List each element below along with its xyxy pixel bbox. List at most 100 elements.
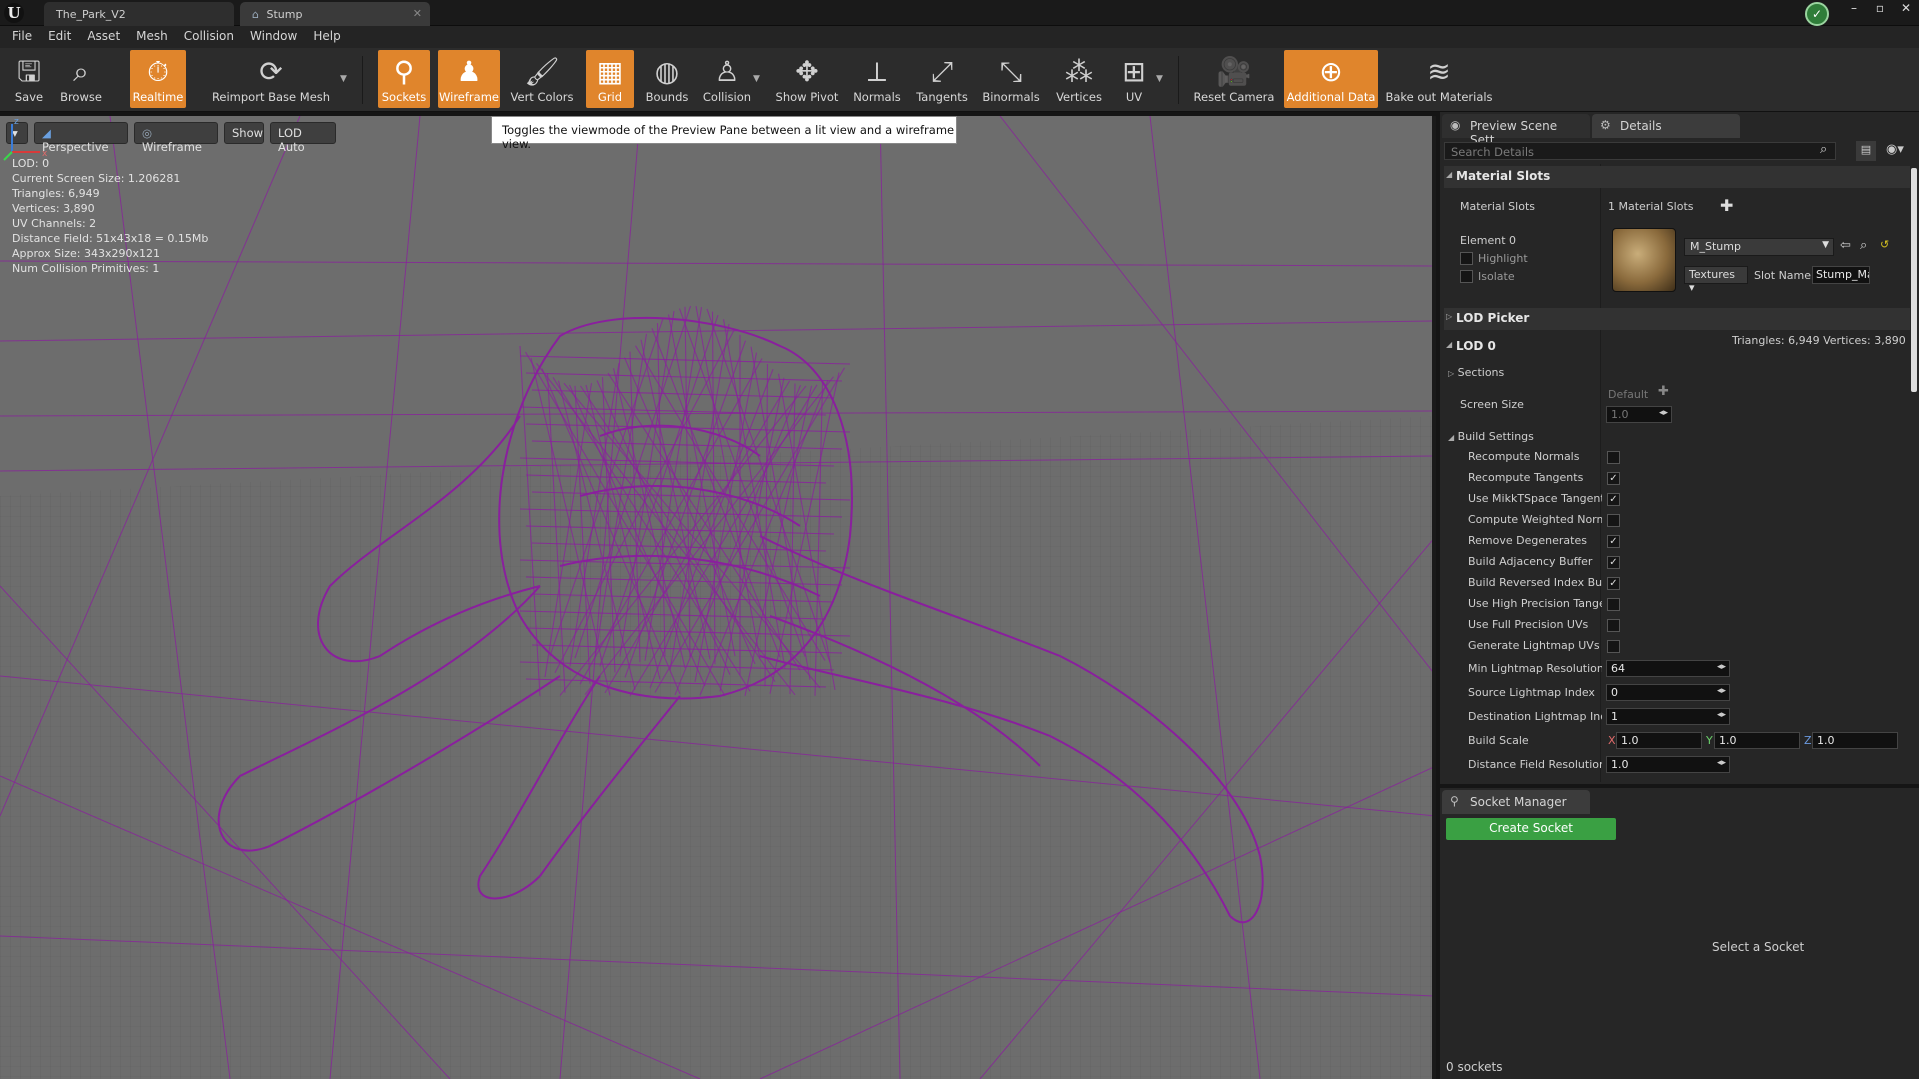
- screen-size-input[interactable]: 1.0 ◂▸: [1606, 406, 1672, 423]
- preview-viewport[interactable]: ▾ ◢ Perspective ◎ Wireframe Show LOD Aut…: [0, 116, 1436, 1079]
- tab-the-park[interactable]: The_Park_V2: [44, 2, 234, 26]
- reimport-dropdown-icon[interactable]: ▼: [340, 74, 347, 84]
- grid-button[interactable]: ▦ Grid: [586, 50, 634, 108]
- build-setting-checkbox[interactable]: [1607, 514, 1620, 527]
- spinner-icon: ◂▸: [1716, 710, 1726, 720]
- source-lightmap-input[interactable]: 0 ◂▸: [1606, 684, 1730, 701]
- build-setting-checkbox[interactable]: ✓: [1607, 493, 1620, 506]
- build-setting-checkbox[interactable]: [1607, 640, 1620, 653]
- use-selected-arrow-icon[interactable]: ⇦: [1840, 238, 1851, 253]
- menu-mesh[interactable]: Mesh: [128, 26, 176, 48]
- build-setting-checkbox[interactable]: ✓: [1607, 577, 1620, 590]
- eye-icon[interactable]: ◉▾: [1886, 142, 1904, 157]
- menu-window[interactable]: Window: [242, 26, 305, 48]
- lod-picker-category[interactable]: ▷ LOD Picker: [1444, 308, 1910, 330]
- expanded-arrow-icon: ◢: [1446, 340, 1453, 349]
- collision-dropdown-icon[interactable]: ▼: [753, 74, 760, 84]
- distance-field-input[interactable]: 1.0 ◂▸: [1606, 756, 1730, 773]
- maximize-button[interactable]: ▫: [1867, 0, 1893, 18]
- material-dropdown[interactable]: M_Stump ▼: [1684, 238, 1834, 256]
- spinner-icon: ◂▸: [1716, 662, 1726, 672]
- menu-file[interactable]: File: [4, 26, 40, 48]
- build-setting-checkbox[interactable]: [1607, 451, 1620, 464]
- stat-collision: Num Collision Primitives: 1: [12, 262, 160, 275]
- stat-uv-channels: UV Channels: 2: [12, 217, 97, 230]
- normals-button[interactable]: ⟂ Normals: [850, 50, 904, 108]
- wireframe-button[interactable]: ♟ Wireframe: [438, 50, 500, 108]
- toolbar-divider: [362, 56, 363, 104]
- build-scale-z-input[interactable]: 1.0: [1812, 732, 1898, 749]
- menu-asset[interactable]: Asset: [79, 26, 128, 48]
- reimport-button[interactable]: ⟳ Reimport Base Mesh: [210, 50, 332, 108]
- menu-bar: File Edit Asset Mesh Collision Window He…: [0, 26, 1919, 48]
- element-label: Element 0: [1460, 234, 1517, 247]
- highlight-checkbox[interactable]: [1460, 252, 1473, 265]
- menu-collision[interactable]: Collision: [176, 26, 242, 48]
- search-details-input[interactable]: Search Details: [1444, 142, 1836, 160]
- tab-details[interactable]: ⚙ Details: [1592, 114, 1740, 138]
- bounds-button[interactable]: ◍ Bounds: [642, 50, 692, 108]
- material-thumbnail[interactable]: [1612, 228, 1676, 292]
- browse-button[interactable]: ⌕ Browse: [56, 50, 106, 108]
- menu-help[interactable]: Help: [305, 26, 348, 48]
- build-scale-label: Build Scale: [1468, 734, 1529, 747]
- vert-colors-button[interactable]: 🖌 Vert Colors: [508, 50, 576, 108]
- uv-dropdown-icon[interactable]: ▼: [1156, 74, 1163, 84]
- tab-label: Stump: [266, 8, 303, 21]
- tab-socket-manager[interactable]: ⚲ Socket Manager: [1442, 790, 1590, 814]
- sockets-button[interactable]: ⚲ Sockets: [378, 50, 430, 108]
- create-socket-button[interactable]: Create Socket: [1446, 818, 1616, 840]
- build-setting-checkbox[interactable]: ✓: [1607, 556, 1620, 569]
- build-scale-y-input[interactable]: 1.0: [1714, 732, 1800, 749]
- toolbar: 🖫 Save ⌕ Browse ⏱ Realtime ⟳ Reimport Ba…: [0, 48, 1919, 112]
- isolate-checkbox[interactable]: [1460, 270, 1473, 283]
- reset-icon[interactable]: ↺: [1880, 238, 1889, 251]
- min-lightmap-input[interactable]: 64 ◂▸: [1606, 660, 1730, 677]
- menu-edit[interactable]: Edit: [40, 26, 79, 48]
- material-slots-category[interactable]: ◢ Material Slots: [1444, 166, 1910, 188]
- chevron-down-icon: ▼: [1822, 240, 1829, 250]
- z-axis-label: Z: [1804, 734, 1812, 747]
- close-window-button[interactable]: ✕: [1893, 0, 1919, 18]
- binormals-button[interactable]: ⤡ Binormals: [978, 50, 1044, 108]
- add-screen-size-icon[interactable]: ✚: [1658, 384, 1669, 399]
- show-pivot-button[interactable]: ✥ Show Pivot: [772, 50, 842, 108]
- slot-name-input[interactable]: Stump_Ma: [1812, 266, 1870, 284]
- build-scale-x-input[interactable]: 1.0: [1616, 732, 1702, 749]
- add-material-icon[interactable]: ✚: [1720, 196, 1733, 215]
- sections-row[interactable]: ▷ Sections: [1448, 366, 1504, 379]
- source-control-icon[interactable]: ✓: [1805, 2, 1829, 26]
- show-menu-button[interactable]: Show: [224, 122, 264, 144]
- build-settings-row[interactable]: ◢ Build Settings: [1448, 430, 1534, 443]
- lod-stats: Triangles: 6,949 Vertices: 3,890: [1732, 334, 1906, 347]
- lod-auto-button[interactable]: LOD Auto: [270, 122, 336, 154]
- bake-out-materials-button[interactable]: ≋ Bake out Materials: [1384, 50, 1494, 108]
- tangents-button[interactable]: ⤢ Tangents: [912, 50, 972, 108]
- close-icon[interactable]: ✕: [413, 7, 422, 20]
- textures-dropdown[interactable]: Textures ▾: [1684, 266, 1748, 294]
- browse-search-icon[interactable]: ⌕: [1860, 238, 1867, 253]
- build-setting-checkbox[interactable]: [1607, 598, 1620, 611]
- wireframe-pawn-icon: ♟: [456, 55, 482, 88]
- unreal-logo-icon[interactable]: U: [4, 3, 24, 23]
- minimize-button[interactable]: –: [1841, 0, 1867, 18]
- build-setting-checkbox[interactable]: ✓: [1607, 472, 1620, 485]
- details-scrollbar[interactable]: [1911, 168, 1917, 392]
- min-lightmap-label: Min Lightmap Resolution: [1468, 662, 1602, 675]
- view-mode-button[interactable]: ◎ Wireframe: [134, 122, 218, 154]
- build-setting-checkbox[interactable]: [1607, 619, 1620, 632]
- reset-camera-button[interactable]: 🎥 Reset Camera: [1192, 50, 1276, 108]
- additional-data-button[interactable]: ⊕ Additional Data: [1284, 50, 1378, 108]
- tab-preview-scene-settings[interactable]: ◉ Preview Scene Sett: [1442, 114, 1590, 147]
- lod0-category[interactable]: ◢ LOD 0: [1444, 336, 1594, 358]
- save-button[interactable]: 🖫 Save: [8, 50, 50, 108]
- dest-lightmap-input[interactable]: 1 ◂▸: [1606, 708, 1730, 725]
- view-options-button[interactable]: ▤: [1856, 141, 1876, 161]
- build-setting-checkbox[interactable]: ✓: [1607, 535, 1620, 548]
- vertices-button[interactable]: ⁂ Vertices: [1050, 50, 1108, 108]
- realtime-button[interactable]: ⏱ Realtime: [130, 50, 186, 108]
- collision-button[interactable]: ♙ Collision: [700, 50, 754, 108]
- uv-button[interactable]: ⊞ UV: [1114, 50, 1154, 108]
- build-setting-label: Build Reversed Index Buffe: [1468, 576, 1602, 589]
- tab-stump[interactable]: ⌂ Stump ✕: [240, 2, 430, 26]
